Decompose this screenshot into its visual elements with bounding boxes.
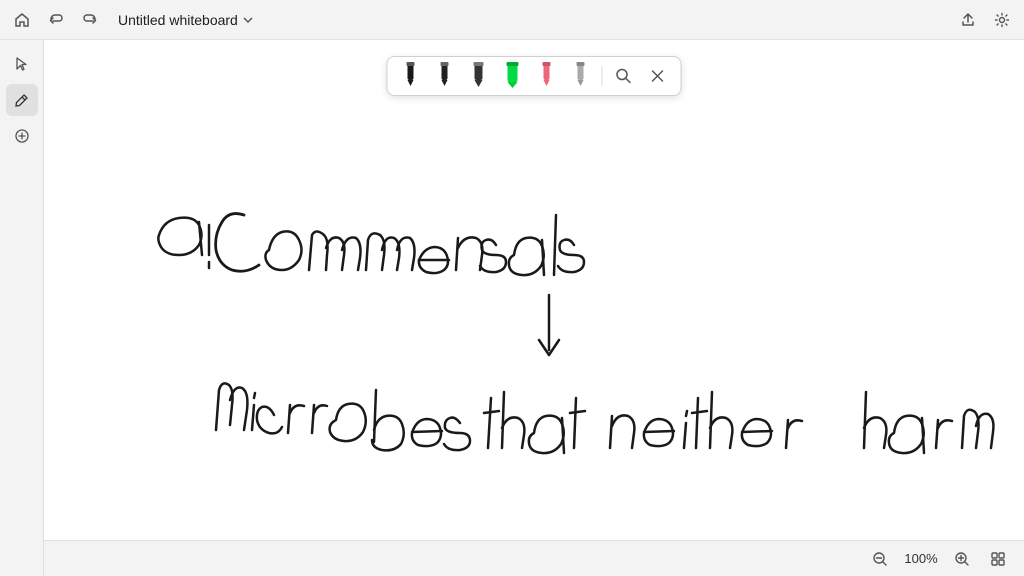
- titlebar: Untitled whiteboard: [0, 0, 1024, 40]
- zoom-out-button[interactable]: [866, 545, 894, 573]
- pen1-button[interactable]: [396, 61, 426, 91]
- select-tool-button[interactable]: [6, 48, 38, 80]
- pen-toolbar: [387, 56, 682, 96]
- home-button[interactable]: [8, 6, 36, 34]
- pen2-button[interactable]: [430, 61, 460, 91]
- title-chevron-icon[interactable]: [242, 14, 254, 26]
- zoom-level: 100%: [902, 551, 940, 566]
- zoom-in-button[interactable]: [948, 545, 976, 573]
- titlebar-right: [954, 6, 1016, 34]
- bottom-bar: 100%: [44, 540, 1024, 576]
- close-toolbar-button[interactable]: [643, 61, 673, 91]
- search-button[interactable]: [609, 61, 639, 91]
- pen5-button[interactable]: [532, 61, 562, 91]
- canvas-area[interactable]: 100%: [44, 40, 1024, 576]
- undo-button[interactable]: [42, 6, 70, 34]
- title-area: Untitled whiteboard: [118, 12, 254, 28]
- add-button[interactable]: [6, 120, 38, 152]
- toolbar-separator: [602, 66, 603, 86]
- fit-to-screen-button[interactable]: [984, 545, 1012, 573]
- main-area: 100%: [0, 40, 1024, 576]
- titlebar-left: Untitled whiteboard: [8, 6, 254, 34]
- pen3-button[interactable]: [464, 61, 494, 91]
- pen6-button[interactable]: [566, 61, 596, 91]
- pen4-button[interactable]: [498, 61, 528, 91]
- whiteboard-content: [44, 40, 1024, 576]
- share-button[interactable]: [954, 6, 982, 34]
- settings-button[interactable]: [988, 6, 1016, 34]
- redo-button[interactable]: [76, 6, 104, 34]
- pen-tool-button[interactable]: [6, 84, 38, 116]
- left-sidebar: [0, 40, 44, 576]
- whiteboard-title: Untitled whiteboard: [118, 12, 238, 28]
